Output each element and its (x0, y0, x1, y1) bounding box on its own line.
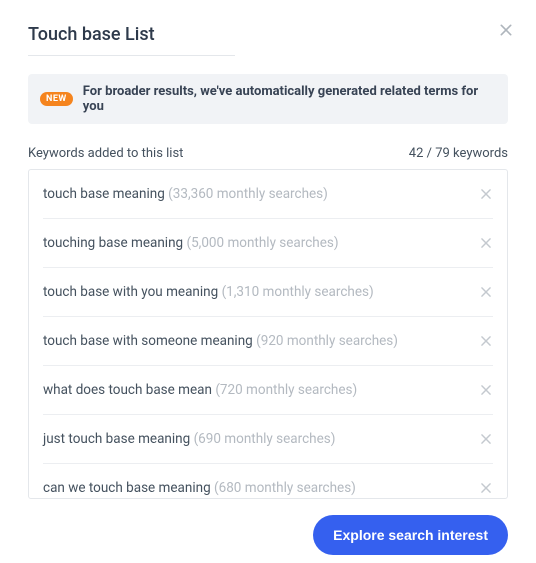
keyword-text: touch base meaning (33,360 monthly searc… (43, 186, 471, 202)
remove-icon[interactable] (479, 236, 493, 250)
keyword-stats: (33,360 monthly searches) (168, 186, 328, 202)
keyword-stats: (5,000 monthly searches) (186, 235, 338, 251)
footer: Explore search interest (28, 515, 508, 555)
list-header: Keywords added to this list 42 / 79 keyw… (28, 146, 508, 161)
keyword-list: touch base meaning (33,360 monthly searc… (28, 169, 508, 499)
remove-icon[interactable] (479, 285, 493, 299)
explore-button[interactable]: Explore search interest (313, 515, 508, 555)
keyword-text: touching base meaning (5,000 monthly sea… (43, 235, 471, 251)
close-icon[interactable] (498, 22, 514, 38)
banner-text: For broader results, we've automatically… (83, 84, 496, 114)
keyword-term: touch base with you meaning (43, 284, 218, 300)
keyword-stats: (680 monthly searches) (214, 480, 356, 496)
remove-icon[interactable] (479, 383, 493, 397)
keyword-stats: (1,310 monthly searches) (222, 284, 374, 300)
keyword-row: touch base meaning (33,360 monthly searc… (43, 170, 493, 219)
keyword-term: touch base with someone meaning (43, 333, 253, 349)
remove-icon[interactable] (479, 481, 493, 495)
list-header-count: 42 / 79 keywords (409, 146, 508, 161)
new-badge: NEW (40, 92, 73, 106)
keyword-term: touching base meaning (43, 235, 183, 251)
remove-icon[interactable] (479, 187, 493, 201)
keyword-term: what does touch base mean (43, 382, 212, 398)
keyword-stats: (720 monthly searches) (215, 382, 357, 398)
keyword-row: touch base with you meaning (1,310 month… (43, 268, 493, 317)
keyword-row: just touch base meaning (690 monthly sea… (43, 415, 493, 464)
keyword-text: touch base with someone meaning (920 mon… (43, 333, 471, 349)
remove-icon[interactable] (479, 432, 493, 446)
remove-icon[interactable] (479, 334, 493, 348)
keyword-stats: (690 monthly searches) (194, 431, 336, 447)
keyword-text: touch base with you meaning (1,310 month… (43, 284, 471, 300)
keyword-row: touching base meaning (5,000 monthly sea… (43, 219, 493, 268)
title-wrap: Touch base List (28, 24, 235, 56)
keyword-row: can we touch base meaning (680 monthly s… (43, 464, 493, 498)
keyword-term: touch base meaning (43, 186, 165, 202)
keyword-row: touch base with someone meaning (920 mon… (43, 317, 493, 366)
keyword-stats: (920 monthly searches) (256, 333, 398, 349)
keyword-text: can we touch base meaning (680 monthly s… (43, 480, 471, 496)
keyword-text: just touch base meaning (690 monthly sea… (43, 431, 471, 447)
scroll-area[interactable]: touch base meaning (33,360 monthly searc… (29, 170, 507, 498)
keyword-row: what does touch base mean (720 monthly s… (43, 366, 493, 415)
keyword-text: what does touch base mean (720 monthly s… (43, 382, 471, 398)
info-banner: NEW For broader results, we've automatic… (28, 74, 508, 124)
keyword-term: can we touch base meaning (43, 480, 211, 496)
page-title: Touch base List (28, 24, 155, 45)
list-header-label: Keywords added to this list (28, 146, 183, 161)
keyword-term: just touch base meaning (43, 431, 190, 447)
